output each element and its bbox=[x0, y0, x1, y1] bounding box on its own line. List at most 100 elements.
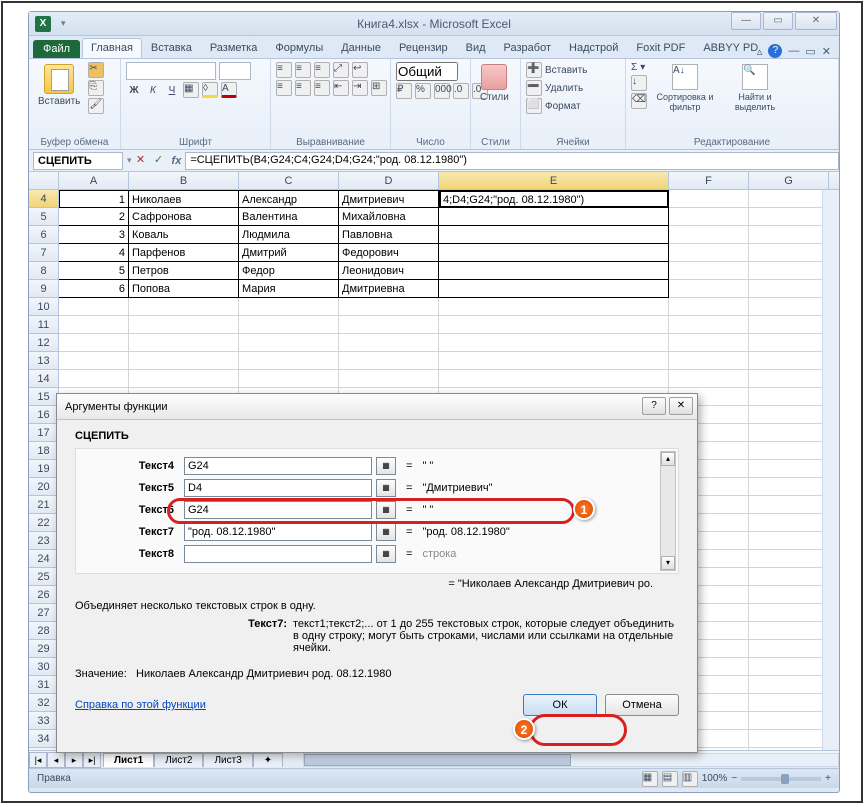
align-mid-icon[interactable]: ≡ bbox=[295, 62, 311, 78]
arg-input[interactable] bbox=[184, 457, 372, 475]
cell[interactable]: Александр bbox=[239, 190, 339, 208]
dialog-close-button[interactable]: ✕ bbox=[669, 397, 693, 415]
italic-button[interactable]: К bbox=[145, 85, 161, 96]
row-header[interactable]: 31 bbox=[29, 676, 59, 694]
row-header[interactable]: 17 bbox=[29, 424, 59, 442]
new-sheet-button[interactable]: ✦ bbox=[253, 753, 283, 767]
cell[interactable] bbox=[669, 226, 749, 244]
view-layout-icon[interactable]: ▤ bbox=[662, 771, 678, 787]
sheet-tab[interactable]: Лист3 bbox=[203, 753, 252, 767]
insert-cells-button[interactable]: Вставить bbox=[545, 65, 587, 76]
col-header-d[interactable]: D bbox=[339, 172, 439, 189]
sheet-tab[interactable]: Лист2 bbox=[154, 753, 203, 767]
row-header[interactable]: 25 bbox=[29, 568, 59, 586]
range-select-button[interactable]: ▦ bbox=[376, 545, 396, 563]
cell[interactable] bbox=[749, 244, 829, 262]
align-top-icon[interactable]: ≡ bbox=[276, 62, 292, 78]
cell[interactable] bbox=[129, 370, 239, 388]
cell[interactable] bbox=[339, 334, 439, 352]
tab-data[interactable]: Данные bbox=[332, 38, 390, 58]
cell[interactable] bbox=[239, 334, 339, 352]
indent-dec-icon[interactable]: ⇤ bbox=[333, 80, 349, 96]
cell[interactable] bbox=[749, 262, 829, 280]
cell[interactable]: Петров bbox=[129, 262, 239, 280]
cell[interactable]: 4;D4;G24;"род. 08.12.1980") bbox=[439, 190, 669, 208]
col-header-f[interactable]: F bbox=[669, 172, 749, 189]
comma-icon[interactable]: 000 bbox=[434, 83, 450, 99]
cell[interactable] bbox=[669, 352, 749, 370]
cell[interactable]: 1 bbox=[59, 190, 129, 208]
cell[interactable] bbox=[439, 370, 669, 388]
close-button[interactable]: ✕ bbox=[795, 12, 837, 30]
row-header[interactable]: 13 bbox=[29, 352, 59, 370]
row-header[interactable]: 26 bbox=[29, 586, 59, 604]
find-select-button[interactable]: 🔍 Найти и выделить bbox=[723, 62, 787, 114]
horizontal-scrollbar[interactable] bbox=[303, 753, 839, 767]
zoom-slider[interactable] bbox=[741, 777, 821, 781]
merge-icon[interactable]: ⊞ bbox=[371, 80, 387, 96]
fill-icon[interactable]: ↓ bbox=[631, 75, 647, 91]
cell[interactable] bbox=[669, 244, 749, 262]
row-header[interactable]: 30 bbox=[29, 658, 59, 676]
help-icon[interactable]: ? bbox=[768, 44, 782, 58]
copy-icon[interactable]: ⎘ bbox=[88, 80, 104, 96]
ribbon-win-close[interactable]: ✕ bbox=[822, 45, 831, 58]
cell[interactable] bbox=[749, 676, 829, 694]
cell[interactable]: Парфенов bbox=[129, 244, 239, 262]
ribbon-minimize-icon[interactable]: ▵ bbox=[757, 45, 763, 58]
cell[interactable] bbox=[749, 388, 829, 406]
cell[interactable] bbox=[749, 586, 829, 604]
cell[interactable]: Дмитриевич bbox=[339, 190, 439, 208]
font-name-input[interactable] bbox=[126, 62, 216, 80]
cell[interactable]: Николаев bbox=[129, 190, 239, 208]
cell[interactable] bbox=[129, 352, 239, 370]
minimize-button[interactable]: — bbox=[731, 12, 761, 30]
tab-review[interactable]: Рецензир bbox=[390, 38, 457, 58]
cell[interactable]: Коваль bbox=[129, 226, 239, 244]
cell[interactable] bbox=[129, 334, 239, 352]
args-scrollbar[interactable]: ▴ ▾ bbox=[660, 451, 676, 571]
cell[interactable] bbox=[339, 352, 439, 370]
cell[interactable] bbox=[669, 190, 749, 208]
sheet-nav-next[interactable]: ▸ bbox=[65, 752, 83, 768]
arg-input[interactable] bbox=[184, 501, 372, 519]
cell[interactable] bbox=[749, 532, 829, 550]
cell[interactable]: Павловна bbox=[339, 226, 439, 244]
cell[interactable] bbox=[239, 316, 339, 334]
cell[interactable] bbox=[439, 316, 669, 334]
zoom-out-button[interactable]: − bbox=[731, 773, 737, 784]
cell[interactable]: Дмитрий bbox=[239, 244, 339, 262]
dialog-titlebar[interactable]: Аргументы функции ? ✕ bbox=[57, 394, 697, 420]
tab-home[interactable]: Главная bbox=[82, 38, 142, 58]
sheet-nav-prev[interactable]: ◂ bbox=[47, 752, 65, 768]
arg-input[interactable] bbox=[184, 545, 372, 563]
border-button[interactable]: ▦ bbox=[183, 82, 199, 98]
view-normal-icon[interactable]: ▦ bbox=[642, 771, 658, 787]
orientation-icon[interactable]: ⤢ bbox=[333, 62, 349, 78]
cell[interactable] bbox=[749, 280, 829, 298]
wrap-text-icon[interactable]: ↩ bbox=[352, 62, 368, 78]
cell[interactable] bbox=[669, 262, 749, 280]
row-header[interactable]: 20 bbox=[29, 478, 59, 496]
cell[interactable] bbox=[749, 712, 829, 730]
range-select-button[interactable]: ▦ bbox=[376, 479, 396, 497]
cell[interactable] bbox=[439, 208, 669, 226]
sort-filter-button[interactable]: A↓ Сортировка и фильтр bbox=[651, 62, 719, 114]
row-header[interactable]: 9 bbox=[29, 280, 59, 298]
row-header[interactable]: 8 bbox=[29, 262, 59, 280]
row-header[interactable]: 21 bbox=[29, 496, 59, 514]
font-color-button[interactable]: A bbox=[221, 82, 237, 98]
cell[interactable]: Сафронова bbox=[129, 208, 239, 226]
cell[interactable] bbox=[749, 478, 829, 496]
cell[interactable] bbox=[749, 604, 829, 622]
row-header[interactable]: 12 bbox=[29, 334, 59, 352]
cell[interactable]: Попова bbox=[129, 280, 239, 298]
row-header[interactable]: 23 bbox=[29, 532, 59, 550]
cell[interactable] bbox=[749, 550, 829, 568]
cell[interactable]: Людмила bbox=[239, 226, 339, 244]
range-select-button[interactable]: ▦ bbox=[376, 457, 396, 475]
indent-inc-icon[interactable]: ⇥ bbox=[352, 80, 368, 96]
arg-input[interactable] bbox=[184, 523, 372, 541]
zoom-in-button[interactable]: + bbox=[825, 773, 831, 784]
sheet-nav-last[interactable]: ▸| bbox=[83, 752, 101, 768]
